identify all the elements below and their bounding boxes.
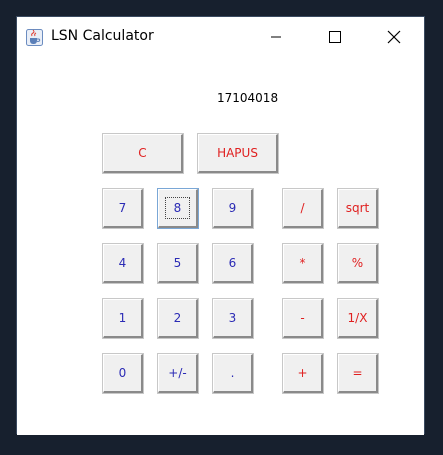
result-display: 17104018 [217, 91, 279, 105]
title-bar[interactable]: LSN Calculator [17, 17, 424, 57]
digit-8-button[interactable]: 8 [158, 189, 198, 228]
decimal-point-label: . [230, 366, 235, 380]
reciprocal-button[interactable]: 1/X [338, 299, 378, 338]
calculator-panel: 17104018 C HAPUS 7 8 9 / sqrt 4 5 6 * % … [17, 57, 424, 435]
digit-6-button[interactable]: 6 [213, 244, 253, 283]
digit-4-label: 4 [118, 256, 127, 270]
plus-label: + [297, 366, 308, 380]
divide-label: / [300, 201, 305, 215]
digit-9-label: 9 [228, 201, 237, 215]
digit-3-label: 3 [228, 311, 237, 325]
digit-2-button[interactable]: 2 [158, 299, 198, 338]
percent-label: % [351, 256, 364, 270]
hapus-label: HAPUS [217, 146, 258, 160]
clear-button[interactable]: C [103, 134, 183, 173]
divide-button[interactable]: / [283, 189, 323, 228]
reciprocal-label: 1/X [347, 311, 368, 325]
plus-minus-button[interactable]: +/- [158, 354, 198, 393]
sqrt-button[interactable]: sqrt [338, 189, 378, 228]
digit-7-label: 7 [118, 201, 127, 215]
digit-3-button[interactable]: 3 [213, 299, 253, 338]
close-button[interactable] [371, 17, 417, 57]
window-title: LSN Calculator [51, 28, 154, 44]
calculator-window: LSN Calculator 17104018 C HAPUS 7 8 9 / [16, 16, 425, 435]
minimize-icon [271, 36, 281, 38]
close-icon [387, 30, 401, 44]
equals-label: = [352, 366, 363, 380]
digit-5-button[interactable]: 5 [158, 244, 198, 283]
digit-9-button[interactable]: 9 [213, 189, 253, 228]
maximize-button[interactable] [312, 17, 358, 57]
clear-label: C [138, 146, 147, 160]
equals-button[interactable]: = [338, 354, 378, 393]
digit-1-button[interactable]: 1 [103, 299, 143, 338]
decimal-point-button[interactable]: . [213, 354, 253, 393]
minus-label: - [300, 311, 305, 325]
multiply-label: * [299, 256, 306, 270]
maximize-icon [329, 31, 341, 43]
minus-button[interactable]: - [283, 299, 323, 338]
plus-minus-label: +/- [168, 366, 187, 380]
plus-button[interactable]: + [283, 354, 323, 393]
sqrt-label: sqrt [345, 201, 370, 215]
digit-2-label: 2 [173, 311, 182, 325]
java-coffee-cup-icon [26, 29, 43, 46]
digit-0-button[interactable]: 0 [103, 354, 143, 393]
digit-4-button[interactable]: 4 [103, 244, 143, 283]
digit-1-label: 1 [118, 311, 127, 325]
hapus-button[interactable]: HAPUS [198, 134, 278, 173]
percent-button[interactable]: % [338, 244, 378, 283]
digit-8-label: 8 [164, 197, 191, 219]
digit-0-label: 0 [118, 366, 127, 380]
digit-6-label: 6 [228, 256, 237, 270]
multiply-button[interactable]: * [283, 244, 323, 283]
digit-7-button[interactable]: 7 [103, 189, 143, 228]
minimize-button[interactable] [253, 17, 299, 57]
digit-5-label: 5 [173, 256, 182, 270]
